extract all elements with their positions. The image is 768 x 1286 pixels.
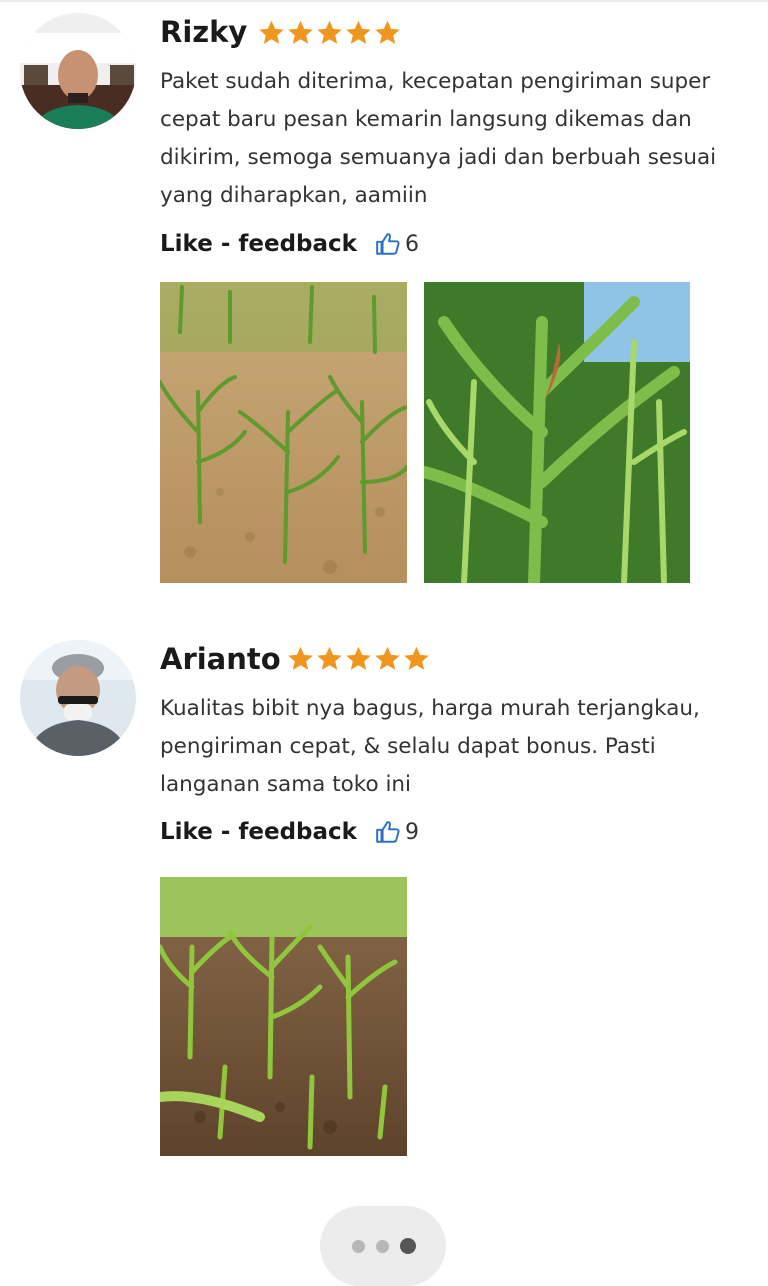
review-photo[interactable] [424,282,690,583]
star-icon [375,20,400,44]
page-dot[interactable] [352,1240,365,1253]
top-divider [0,0,768,2]
avatar [20,640,136,756]
thumbs-up-icon[interactable] [375,231,401,257]
reviewer-name: Arianto [160,642,281,676]
feedback-row: Like - feedback 6 [160,231,419,257]
rating-stars [286,645,431,673]
review-text: Paket sudah diterima, kecepatan pengirim… [160,69,717,208]
review-photo[interactable] [160,877,407,1156]
rating-stars [257,19,402,47]
reviewer-name: Rizky [160,15,248,49]
star-icon [288,20,313,44]
star-icon [259,20,284,44]
avatar [20,13,136,129]
feedback-row: Like - feedback 9 [160,819,419,845]
pagination-indicator[interactable] [320,1206,446,1286]
like-count: 9 [404,819,419,845]
thumbs-up-icon[interactable] [375,819,401,845]
review-text: Kualitas bibit nya bagus, harga murah te… [160,696,700,797]
like-count: 6 [404,231,419,257]
star-icon [404,646,429,670]
star-icon [346,20,371,44]
review-photo[interactable] [160,282,407,583]
like-feedback-link[interactable]: Like - feedback [160,231,357,257]
star-icon [288,646,313,670]
star-icon [317,20,342,44]
page-dot[interactable] [376,1240,389,1253]
like-feedback-link[interactable]: Like - feedback [160,819,357,845]
page-dot-active[interactable] [400,1238,416,1254]
star-icon [346,646,371,670]
star-icon [375,646,400,670]
star-icon [317,646,342,670]
